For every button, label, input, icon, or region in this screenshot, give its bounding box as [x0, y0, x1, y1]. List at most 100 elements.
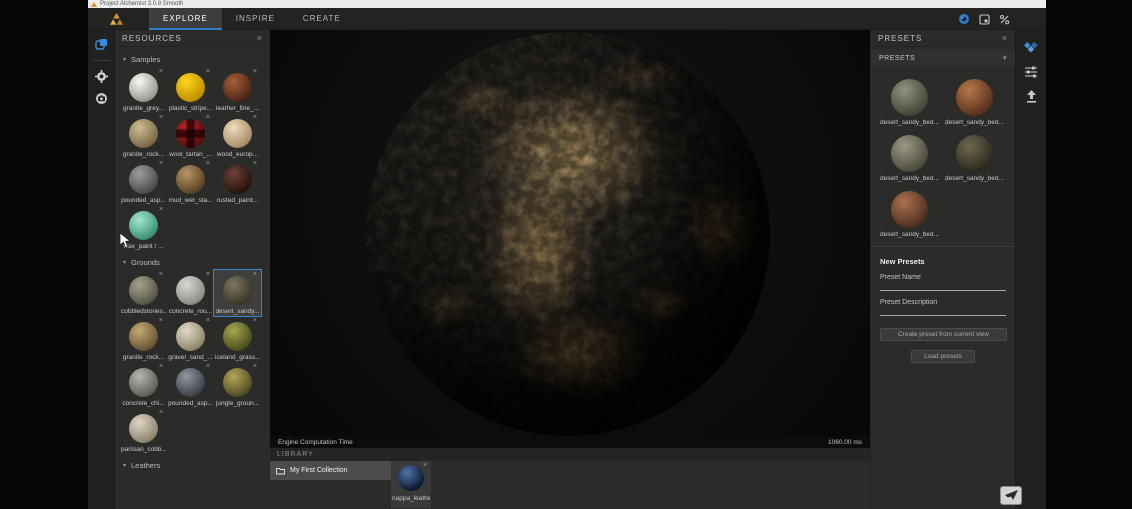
- section-header-leathers[interactable]: ▾Leathers: [123, 461, 262, 470]
- tools-icon[interactable]: [999, 14, 1010, 25]
- material-thumb[interactable]: ×concrete_rou...: [167, 270, 214, 316]
- material-sphere-thumb: [129, 73, 158, 102]
- material-sphere-thumb: [176, 73, 205, 102]
- screenshot-icon[interactable]: [979, 14, 990, 25]
- send-feedback-button[interactable]: [1000, 486, 1022, 505]
- camera-icon[interactable]: [95, 92, 108, 105]
- tab-inspire[interactable]: INSPIRE: [222, 8, 289, 30]
- material-thumb[interactable]: ×mud_wet_sta...: [167, 159, 214, 205]
- library-grid: ×nappa_leathe..: [391, 461, 431, 508]
- remove-icon[interactable]: ×: [206, 68, 210, 75]
- remove-icon[interactable]: ×: [159, 68, 163, 75]
- material-label: plastic_stripe...: [169, 105, 212, 112]
- tab-explore[interactable]: EXPLORE: [149, 8, 222, 30]
- material-thumb[interactable]: desert_sandy_bed...: [942, 128, 1007, 184]
- material-label: iceland_grass...: [215, 354, 260, 361]
- material-thumb[interactable]: desert_sandy_bed...: [877, 184, 942, 240]
- chevron-down-icon: ▾: [123, 259, 126, 266]
- remove-icon[interactable]: ×: [253, 271, 257, 278]
- material-thumb[interactable]: desert_sandy_bed...: [877, 128, 942, 184]
- material-label: desert_sandy...: [216, 308, 260, 315]
- material-sphere-thumb: [956, 79, 993, 116]
- remove-icon[interactable]: ×: [206, 160, 210, 167]
- material-thumb[interactable]: desert_sandy_bed...: [942, 72, 1007, 128]
- section-header-samples[interactable]: ▾Samples: [123, 55, 262, 64]
- sliders-icon[interactable]: [1024, 65, 1038, 78]
- material-thumb[interactable]: × desert_sandy...: [214, 270, 261, 316]
- library-collection-item[interactable]: My First Collection: [270, 461, 391, 480]
- material-thumb[interactable]: × granite_rock...: [120, 113, 167, 159]
- remove-icon[interactable]: ×: [159, 317, 163, 324]
- material-thumb[interactable]: × iceland_grass...: [214, 316, 261, 362]
- material-label: pounded_asp...: [121, 197, 166, 204]
- material-sphere-thumb: [891, 79, 928, 116]
- material-label: rusted_paint...: [217, 197, 258, 204]
- 3d-viewport[interactable]: [270, 30, 870, 436]
- main-toolbar: EXPLOREINSPIRECREATE: [88, 8, 1046, 30]
- presets-section-header[interactable]: PRESETS ▾: [871, 50, 1015, 66]
- paper-plane-icon: [1005, 490, 1018, 501]
- remove-icon[interactable]: ×: [159, 409, 163, 416]
- material-sphere-thumb: [176, 165, 205, 194]
- remove-icon[interactable]: ×: [206, 317, 210, 324]
- material-thumb[interactable]: ×parisian_cobb...: [120, 408, 167, 454]
- material-thumb[interactable]: × granite_rock...: [120, 316, 167, 362]
- create-preset-button[interactable]: Create preset from current view: [880, 328, 1007, 341]
- close-icon[interactable]: ×: [257, 34, 263, 43]
- material-thumb[interactable]: ×pounded_asp...: [167, 362, 214, 408]
- export-icon[interactable]: [1025, 90, 1038, 104]
- material-thumb[interactable]: ×wool_tartan_...: [167, 113, 214, 159]
- remove-icon[interactable]: ×: [206, 114, 210, 121]
- remove-icon[interactable]: ×: [159, 363, 163, 370]
- material-thumb[interactable]: × plastic_stripe...: [167, 67, 214, 113]
- close-icon[interactable]: ×: [1002, 34, 1008, 43]
- material-label: wax_paint / ...: [123, 243, 163, 250]
- preset-description-input[interactable]: [880, 306, 1006, 316]
- remove-icon[interactable]: ×: [159, 206, 163, 213]
- remove-icon[interactable]: ×: [253, 160, 257, 167]
- remove-icon[interactable]: ×: [253, 317, 257, 324]
- material-sphere-thumb: [129, 119, 158, 148]
- material-sphere-thumb: [129, 322, 158, 351]
- remove-icon[interactable]: ×: [159, 114, 163, 121]
- material-label: granite_rock...: [123, 354, 164, 361]
- remove-icon[interactable]: ×: [253, 363, 257, 370]
- material-thumb[interactable]: ×granite_grey...: [120, 67, 167, 113]
- material-thumb[interactable]: ×gravel_sand_...: [167, 316, 214, 362]
- material-thumb[interactable]: desert_sandy_bed...: [877, 72, 942, 128]
- remove-icon[interactable]: ×: [159, 271, 163, 278]
- camera-view-icon[interactable]: [958, 13, 970, 25]
- material-label: granite_rock...: [123, 151, 164, 158]
- material-thumb[interactable]: × leather_fine_...: [214, 67, 261, 113]
- material-grid: ×cobbledstones...×concrete_rou...×desert…: [120, 270, 265, 454]
- material-sphere-thumb: [223, 322, 252, 351]
- material-grid: ×granite_grey...×plastic_stripe...×leath…: [120, 67, 265, 251]
- material-thumb[interactable]: × rusted_paint...: [214, 159, 261, 205]
- resources-header: RESOURCES ×: [115, 30, 270, 47]
- preset-name-input[interactable]: [880, 281, 1006, 291]
- remove-icon[interactable]: ×: [253, 68, 257, 75]
- material-preview-sphere[interactable]: [366, 32, 770, 436]
- material-thumb[interactable]: ×concrete_chi...: [120, 362, 167, 408]
- material-label: cobbledstones...: [121, 308, 166, 315]
- remove-icon[interactable]: ×: [206, 363, 210, 370]
- presets-rail-icon[interactable]: [1024, 39, 1038, 53]
- alchemist-logo-icon: [110, 13, 123, 25]
- materials-icon[interactable]: [95, 38, 108, 51]
- tab-create[interactable]: CREATE: [289, 8, 355, 30]
- material-thumb[interactable]: × wax_paint / ...: [120, 205, 167, 251]
- material-label: leather_fine_...: [216, 105, 259, 112]
- remove-icon[interactable]: ×: [206, 271, 210, 278]
- gear-icon[interactable]: [95, 70, 108, 83]
- material-thumb[interactable]: × pounded_asp...: [120, 159, 167, 205]
- remove-icon[interactable]: ×: [253, 114, 257, 121]
- remove-icon[interactable]: ×: [159, 160, 163, 167]
- material-thumb[interactable]: ×nappa_leathe..: [391, 461, 431, 508]
- material-thumb[interactable]: × cobbledstones...: [120, 270, 167, 316]
- section-header-grounds[interactable]: ▾Grounds: [123, 258, 262, 267]
- material-thumb[interactable]: ×wood_europ...: [214, 113, 261, 159]
- load-presets-button[interactable]: Load presets: [911, 350, 975, 363]
- material-thumb[interactable]: ×jungle_groun...: [214, 362, 261, 408]
- library-header: LIBRARY: [270, 448, 870, 461]
- remove-icon[interactable]: ×: [423, 462, 427, 469]
